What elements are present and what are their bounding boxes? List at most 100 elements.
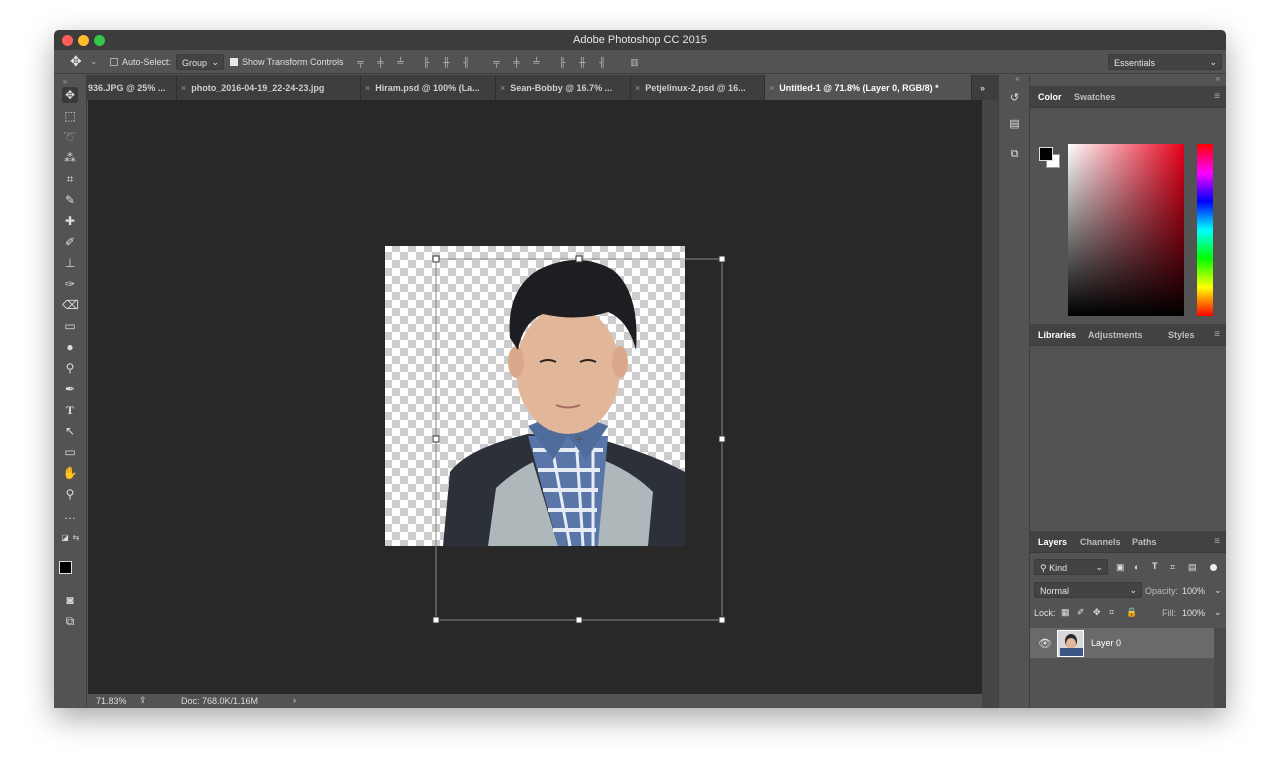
move-tool-icon[interactable]: ✥ bbox=[70, 53, 82, 70]
layers-scrollbar[interactable] bbox=[1214, 628, 1226, 708]
transform-handle-top-right[interactable] bbox=[718, 255, 726, 263]
eyedropper-tool-icon[interactable]: ✎ bbox=[62, 192, 78, 208]
tab-channels[interactable]: Channels bbox=[1080, 537, 1121, 547]
align-left-icon[interactable]: ╟ bbox=[422, 57, 431, 67]
properties-panel-icon[interactable]: ▤ bbox=[1006, 117, 1023, 134]
visibility-eye-icon[interactable]: 👁 bbox=[1038, 637, 1052, 650]
doc-tab[interactable]: × Petjelinux-2.psd @ 16... bbox=[631, 75, 765, 100]
zoom-level[interactable]: 71.83% bbox=[96, 696, 127, 706]
dodge-tool-icon[interactable]: ⚲ bbox=[62, 360, 78, 376]
tab-paths[interactable]: Paths bbox=[1132, 537, 1157, 547]
clone-stamp-tool-icon[interactable]: ⊥ bbox=[62, 255, 78, 271]
more-tools-icon[interactable]: … bbox=[62, 507, 78, 523]
distribute-bottom-icon[interactable]: ╧ bbox=[532, 57, 541, 67]
blur-tool-icon[interactable]: ● bbox=[62, 339, 78, 355]
doc-tab[interactable]: 936.JPG @ 25% ... bbox=[88, 75, 177, 100]
hue-slider[interactable] bbox=[1197, 144, 1213, 316]
align-bottom-icon[interactable]: ╧ bbox=[396, 57, 405, 67]
transform-handle-middle-right[interactable] bbox=[718, 435, 726, 443]
swap-colors-icon[interactable]: ⇆ bbox=[68, 530, 84, 546]
layer-filter-kind[interactable]: ⚲ Kind ⌄ bbox=[1034, 559, 1108, 575]
close-tab-icon[interactable]: × bbox=[769, 83, 774, 93]
tool-preset-chevron-icon[interactable]: ⌄ bbox=[90, 56, 98, 67]
distribute-hcenter-icon[interactable]: ╫ bbox=[578, 57, 587, 67]
filter-pixel-icon[interactable]: ▣ bbox=[1116, 562, 1125, 573]
lock-transparent-icon[interactable]: ▦ bbox=[1061, 607, 1070, 618]
filter-smart-object-icon[interactable]: ▤ bbox=[1188, 562, 1197, 573]
eraser-tool-icon[interactable]: ⌫ bbox=[62, 297, 79, 313]
doc-tab[interactable]: × photo_2016-04-19_22-24-23.jpg bbox=[177, 75, 361, 100]
transform-handle-middle-left[interactable] bbox=[432, 435, 440, 443]
blend-mode-dropdown[interactable]: Normal ⌄ bbox=[1034, 582, 1142, 598]
lasso-tool-icon[interactable]: ➰ bbox=[62, 129, 78, 145]
doc-tab[interactable]: × Sean-Bobby @ 16.7% ... bbox=[496, 75, 631, 100]
workspace-dropdown[interactable]: Essentials ⌄ bbox=[1108, 54, 1222, 70]
quick-mask-icon[interactable]: ◙ bbox=[62, 592, 78, 608]
auto-select-checkbox[interactable] bbox=[110, 58, 118, 66]
tab-overflow-icon[interactable]: » bbox=[980, 75, 998, 100]
tab-layers[interactable]: Layers bbox=[1038, 537, 1067, 547]
layer-row[interactable]: 👁 Layer 0 bbox=[1030, 628, 1214, 658]
rectangle-tool-icon[interactable]: ▭ bbox=[62, 444, 78, 460]
transform-handle-bottom-left[interactable] bbox=[432, 616, 440, 624]
close-tab-icon[interactable]: × bbox=[500, 83, 505, 93]
color-field[interactable] bbox=[1068, 144, 1184, 316]
close-tab-icon[interactable]: × bbox=[635, 83, 640, 93]
status-menu-arrow-icon[interactable]: › bbox=[293, 695, 296, 705]
filter-toggle[interactable] bbox=[1210, 564, 1217, 571]
distribute-left-icon[interactable]: ╟ bbox=[558, 57, 567, 67]
show-transform-checkbox[interactable] bbox=[230, 58, 238, 66]
gradient-tool-icon[interactable]: ▭ bbox=[62, 318, 78, 334]
panel-menu-icon[interactable]: ≡ bbox=[1214, 536, 1220, 547]
lock-all-icon[interactable]: 🔒 bbox=[1126, 607, 1137, 618]
crop-tool-icon[interactable]: ⌗ bbox=[62, 171, 78, 187]
close-tab-icon[interactable]: × bbox=[365, 83, 370, 93]
transform-handle-bottom-right[interactable] bbox=[718, 616, 726, 624]
expand-panels-icon[interactable]: » bbox=[1216, 74, 1220, 83]
lock-artboard-icon[interactable]: ⌗ bbox=[1109, 607, 1114, 618]
align-top-icon[interactable]: ╤ bbox=[356, 57, 365, 67]
tab-color[interactable]: Color bbox=[1038, 92, 1062, 102]
canvas-area[interactable] bbox=[88, 100, 982, 694]
collapse-strip-icon[interactable]: « bbox=[1009, 74, 1026, 91]
opacity-chevron-icon[interactable]: ⌄ bbox=[1214, 585, 1222, 596]
brush-tool-icon[interactable]: ✐ bbox=[62, 234, 78, 250]
filter-shape-icon[interactable]: ⌗ bbox=[1170, 562, 1175, 573]
move-tool-icon[interactable]: ✥ bbox=[62, 87, 78, 103]
lock-position-icon[interactable]: ✥ bbox=[1093, 607, 1101, 618]
distribute-right-icon[interactable]: ╢ bbox=[598, 57, 607, 67]
path-selection-tool-icon[interactable]: ↖ bbox=[62, 423, 78, 439]
tab-styles[interactable]: Styles bbox=[1168, 330, 1195, 340]
libraries-panel-icon[interactable]: ⧉ bbox=[1006, 148, 1023, 165]
document-canvas[interactable] bbox=[88, 100, 982, 694]
share-icon[interactable]: ⇪ bbox=[139, 695, 147, 706]
panel-fg-color-swatch[interactable] bbox=[1039, 147, 1053, 161]
distribute-top-icon[interactable]: ╤ bbox=[492, 57, 501, 67]
history-brush-tool-icon[interactable]: ✑ bbox=[62, 276, 78, 292]
transform-handle-top-center[interactable] bbox=[575, 255, 583, 263]
transform-handle-top-left[interactable] bbox=[432, 255, 440, 263]
hand-tool-icon[interactable]: ✋ bbox=[62, 465, 78, 481]
history-panel-icon[interactable]: ↺ bbox=[1006, 91, 1023, 108]
screen-mode-icon[interactable]: ⧉ bbox=[62, 613, 78, 629]
tab-libraries[interactable]: Libraries bbox=[1038, 330, 1076, 340]
transform-handle-bottom-center[interactable] bbox=[575, 616, 583, 624]
fill-chevron-icon[interactable]: ⌄ bbox=[1214, 607, 1222, 618]
healing-brush-tool-icon[interactable]: ✚ bbox=[62, 213, 78, 229]
panel-menu-icon[interactable]: ≡ bbox=[1214, 329, 1220, 340]
align-right-icon[interactable]: ╢ bbox=[462, 57, 471, 67]
pen-tool-icon[interactable]: ✒ bbox=[62, 381, 78, 397]
auto-select-dropdown[interactable]: Group ⌄ bbox=[176, 54, 224, 70]
type-tool-icon[interactable]: T bbox=[62, 402, 78, 418]
panel-menu-icon[interactable]: ≡ bbox=[1214, 91, 1220, 102]
vertical-scrollbar[interactable] bbox=[982, 100, 998, 708]
opacity-value[interactable]: 100% bbox=[1182, 586, 1205, 596]
filter-adjustment-icon[interactable]: ◐ bbox=[1134, 562, 1139, 572]
close-tab-icon[interactable]: × bbox=[181, 83, 186, 93]
lock-paint-icon[interactable]: ✐ bbox=[1077, 607, 1085, 618]
zoom-tool-icon[interactable]: ⚲ bbox=[62, 486, 78, 502]
fill-value[interactable]: 100% bbox=[1182, 608, 1205, 618]
distribute-vcenter-icon[interactable]: ╪ bbox=[512, 57, 521, 67]
auto-align-icon[interactable]: ▥ bbox=[630, 57, 639, 67]
doc-tab[interactable]: × Hiram.psd @ 100% (La... bbox=[361, 75, 496, 100]
